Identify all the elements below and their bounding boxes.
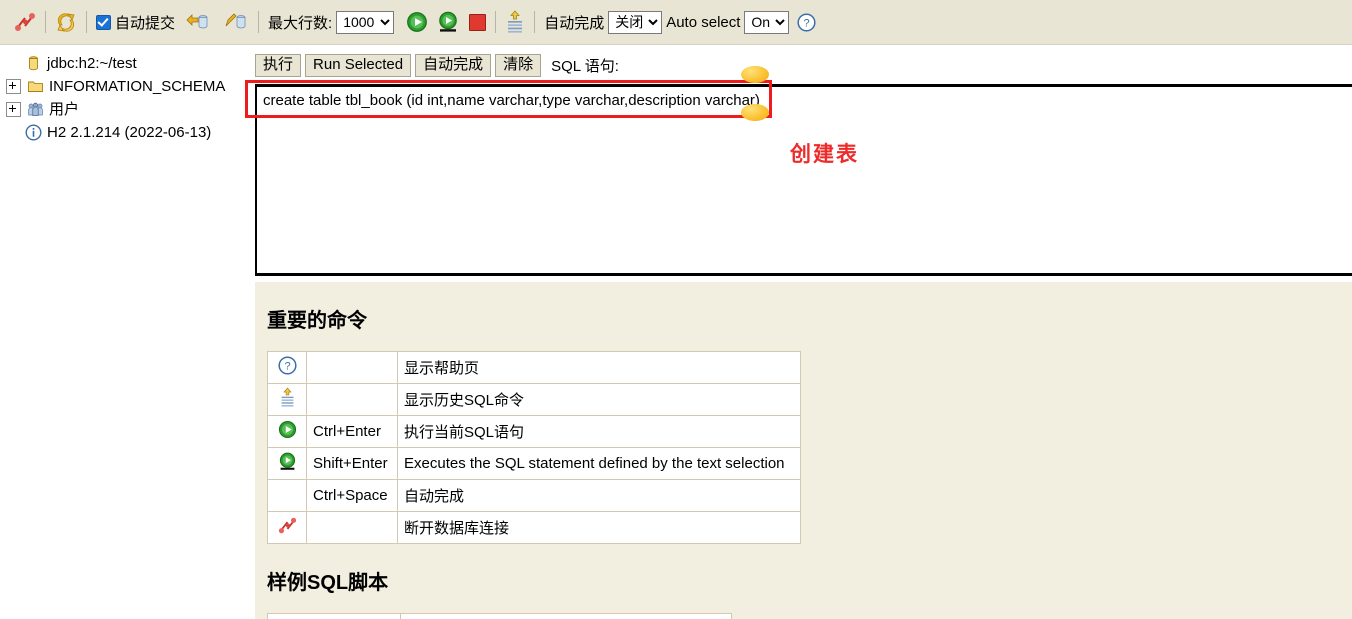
sidebar-item-users[interactable]: 用户	[6, 98, 245, 121]
cell-description: 断开数据库连接	[397, 511, 801, 544]
autocomplete-button[interactable]: 自动完成	[415, 54, 492, 77]
cell-description: 执行当前SQL语句	[397, 415, 801, 448]
toolbar-separator	[45, 11, 46, 33]
run-selected-icon[interactable]	[437, 11, 459, 33]
main-toolbar: 自动提交 最大行数: 1000 自动完成 关闭 Auto select On ?	[0, 0, 1352, 45]
cell-description: 显示帮助页	[397, 351, 801, 384]
table-row: 如果表存在删除它 DROP TABLE IF EXISTS TEST;	[266, 613, 733, 619]
toolbar-separator	[258, 11, 260, 33]
cell-icon: ?	[267, 351, 307, 384]
sidebar-item-label: 用户	[49, 101, 80, 118]
table-row: Ctrl+Enter 执行当前SQL语句	[267, 415, 801, 448]
rollback-icon[interactable]	[223, 12, 249, 32]
checkbox-checked-icon[interactable]	[96, 14, 111, 30]
annotation-label: 创建表	[790, 143, 859, 166]
annotation-marker-icon	[741, 66, 769, 83]
svg-text:?: ?	[284, 361, 290, 373]
max-rows-label: 最大行数:	[268, 14, 333, 32]
cell-icon	[267, 415, 307, 448]
refresh-icon[interactable]	[55, 11, 77, 33]
table-row: Ctrl+Space 自动完成	[267, 479, 801, 512]
sidebar-item-version[interactable]: H2 2.1.214 (2022-06-13)	[6, 121, 245, 144]
samples-table: 如果表存在删除它 DROP TABLE IF EXISTS TEST;	[266, 613, 733, 619]
history-icon[interactable]	[505, 10, 525, 34]
autocomplete-select[interactable]: 关闭	[608, 10, 663, 34]
cell-shortcut: Ctrl+Space	[306, 479, 398, 512]
help-icon[interactable]: ?	[277, 356, 297, 379]
sql-caption: SQL 语句:	[551, 58, 619, 75]
cell-shortcut: Ctrl+Enter	[306, 415, 398, 448]
h2-console-window: 自动提交 最大行数: 1000 自动完成 关闭 Auto select On ?…	[0, 0, 1352, 619]
auto-select-select[interactable]: On	[744, 10, 790, 34]
table-row: ? 显示帮助页	[267, 351, 801, 384]
cell-shortcut	[306, 351, 398, 384]
users-icon	[27, 101, 44, 118]
tree-expander-none	[6, 57, 19, 70]
commands-table: ? 显示帮助页 显示历史SQL命令 Ctrl+Enter 执行当前SQL语句 S…	[267, 351, 801, 544]
database-icon	[25, 55, 42, 72]
sidebar-item-label: jdbc:h2:~/test	[47, 55, 137, 72]
important-commands-title: 重要的命令	[267, 310, 367, 332]
cell-shortcut	[306, 511, 398, 544]
sidebar-item-label: H2 2.1.214 (2022-06-13)	[47, 124, 212, 141]
autocommit-label: 自动提交	[115, 14, 176, 32]
tree-expander-plus[interactable]	[6, 79, 21, 94]
table-row: Shift+Enter Executes the SQL statement d…	[267, 447, 801, 480]
cell-sample-sql: DROP TABLE IF EXISTS TEST;	[400, 613, 733, 619]
clear-button[interactable]: 清除	[495, 54, 542, 77]
autocommit-checkbox[interactable]: 自动提交	[96, 12, 175, 33]
run-icon[interactable]	[406, 11, 428, 33]
cell-description: 自动完成	[397, 479, 801, 512]
disconnect-icon[interactable]	[14, 11, 36, 33]
sidebar-item-label: INFORMATION_SCHEMA	[49, 78, 226, 95]
toolbar-separator	[86, 11, 87, 33]
max-rows-select[interactable]: 1000	[336, 10, 395, 34]
cell-icon	[267, 511, 307, 544]
run-selected-icon[interactable]	[278, 452, 297, 475]
cell-icon	[267, 479, 307, 512]
auto-select-label: Auto select	[666, 13, 741, 31]
cell-sample-link[interactable]: 如果表存在删除它	[266, 613, 402, 619]
tree-expander-none	[6, 126, 19, 139]
database-tree-sidebar: jdbc:h2:~/test INFORMATION_SCHEMA 用户 H2 …	[0, 46, 245, 619]
cell-shortcut	[306, 383, 398, 416]
commit-icon[interactable]	[185, 12, 211, 32]
cell-icon	[267, 383, 307, 416]
sidebar-item-information-schema[interactable]: INFORMATION_SCHEMA	[6, 75, 245, 98]
cell-description: Executes the SQL statement defined by th…	[397, 447, 801, 480]
cell-description: 显示历史SQL命令	[397, 383, 801, 416]
sidebar-item-connection[interactable]: jdbc:h2:~/test	[6, 52, 245, 75]
cell-shortcut: Shift+Enter	[306, 447, 398, 480]
tree-expander-plus[interactable]	[6, 102, 21, 117]
run-icon[interactable]	[278, 420, 297, 443]
editor-toolbar: 执行 Run Selected 自动完成 清除 SQL 语句:	[255, 54, 619, 77]
stop-icon[interactable]	[469, 13, 487, 31]
autocomplete-label: 自动完成	[544, 14, 605, 32]
run-button[interactable]: 执行	[255, 54, 302, 77]
table-row: 显示历史SQL命令	[267, 383, 801, 416]
history-icon[interactable]	[279, 387, 296, 412]
cell-icon	[267, 447, 307, 480]
toolbar-separator	[534, 11, 536, 33]
disconnect-icon[interactable]	[278, 516, 297, 539]
sample-sql-title: 样例SQL脚本	[267, 572, 389, 594]
toolbar-separator	[495, 11, 497, 33]
table-row: 断开数据库连接	[267, 511, 801, 544]
folder-icon	[27, 78, 44, 95]
info-icon	[25, 124, 42, 141]
run-selected-button[interactable]: Run Selected	[305, 54, 412, 77]
help-icon[interactable]: ?	[797, 12, 816, 32]
svg-text:?: ?	[804, 17, 810, 29]
help-panel: 重要的命令 ? 显示帮助页 显示历史SQL命令 Ctrl+Enter 执行当前S…	[255, 282, 1352, 619]
sql-input[interactable]: create table tbl_book (id int,name varch…	[255, 84, 1352, 276]
